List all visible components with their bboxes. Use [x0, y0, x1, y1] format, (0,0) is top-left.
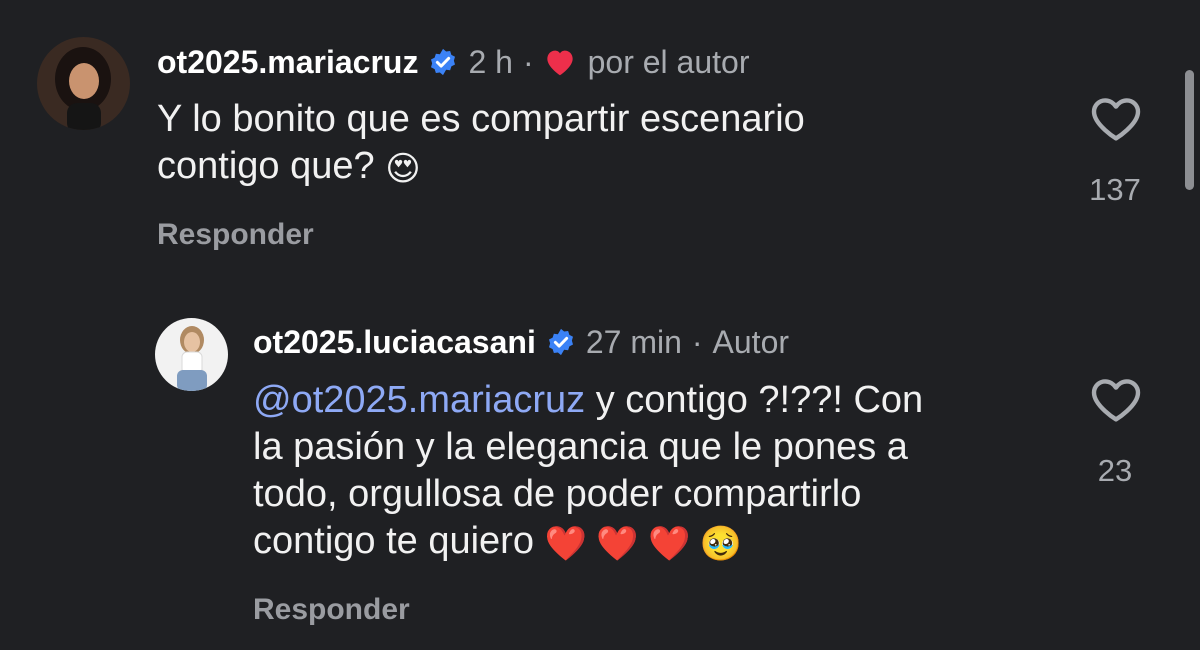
comment-text-line: contigo que?: [157, 145, 375, 187]
username[interactable]: ot2025.mariacruz: [157, 44, 418, 81]
reply-text-line-with-emoji: contigo te quiero ❤️ ❤️ ❤️ 🥹: [253, 518, 1053, 568]
heart-outline-icon[interactable]: [1090, 377, 1142, 423]
avatar[interactable]: [37, 37, 130, 130]
scrollbar[interactable]: [1185, 70, 1194, 190]
reply-text-line: todo, orgullosa de poder compartirlo: [253, 473, 862, 515]
comment-header: ot2025.mariacruz 2 h · por el autor: [157, 42, 749, 82]
verified-badge-icon: [428, 47, 458, 77]
reply-header: ot2025.luciacasani 27 min · Autor: [253, 322, 789, 362]
username[interactable]: ot2025.luciacasani: [253, 324, 536, 361]
comment-time: 27 min: [585, 323, 682, 360]
reply-button[interactable]: Responder: [253, 593, 410, 627]
reply-text: @ot2025.mariacruz y contigo ?!??! Con la…: [253, 377, 1053, 568]
separator: ·: [691, 323, 703, 360]
comment-time: 2 h: [468, 43, 513, 80]
reply-text-line: la pasión y la elegancia que le pones a: [253, 426, 908, 468]
heart-outline-icon[interactable]: [1090, 96, 1142, 142]
comments-screen: ot2025.mariacruz 2 h · por el autor Y lo…: [0, 0, 1200, 650]
comment-text-line-with-emoji: contigo que? 😍: [157, 143, 1057, 193]
reply-button[interactable]: Responder: [157, 218, 314, 252]
like-count: 137: [1089, 172, 1141, 207]
reply-text-line: y contigo ?!??! Con: [585, 379, 924, 421]
avatar[interactable]: [155, 318, 228, 391]
comment-item: ot2025.mariacruz 2 h · por el autor Y lo…: [0, 0, 1200, 280]
like-count: 23: [1097, 453, 1133, 488]
heart-filled-icon: [544, 47, 576, 77]
hearts-and-pleading-emoji: ❤️ ❤️ ❤️ 🥹: [544, 525, 743, 563]
author-label: Autor: [712, 323, 790, 360]
reply-item: ot2025.luciacasani 27 min · Autor @ot202…: [0, 300, 1200, 650]
comment-text: Y lo bonito que es compartir escenario c…: [157, 96, 1057, 193]
heart-eyes-emoji: 😍: [385, 150, 421, 188]
reply-text-line: contigo te quiero: [253, 520, 534, 562]
reply-text-line-with-mention: @ot2025.mariacruz y contigo ?!??! Con: [253, 377, 1053, 424]
liked-by-author-label: por el autor: [587, 43, 750, 80]
separator: ·: [522, 43, 534, 80]
mention-link[interactable]: @ot2025.mariacruz: [253, 379, 585, 421]
verified-badge-icon: [546, 327, 576, 357]
comment-text-line: Y lo bonito que es compartir escenario: [157, 98, 805, 140]
